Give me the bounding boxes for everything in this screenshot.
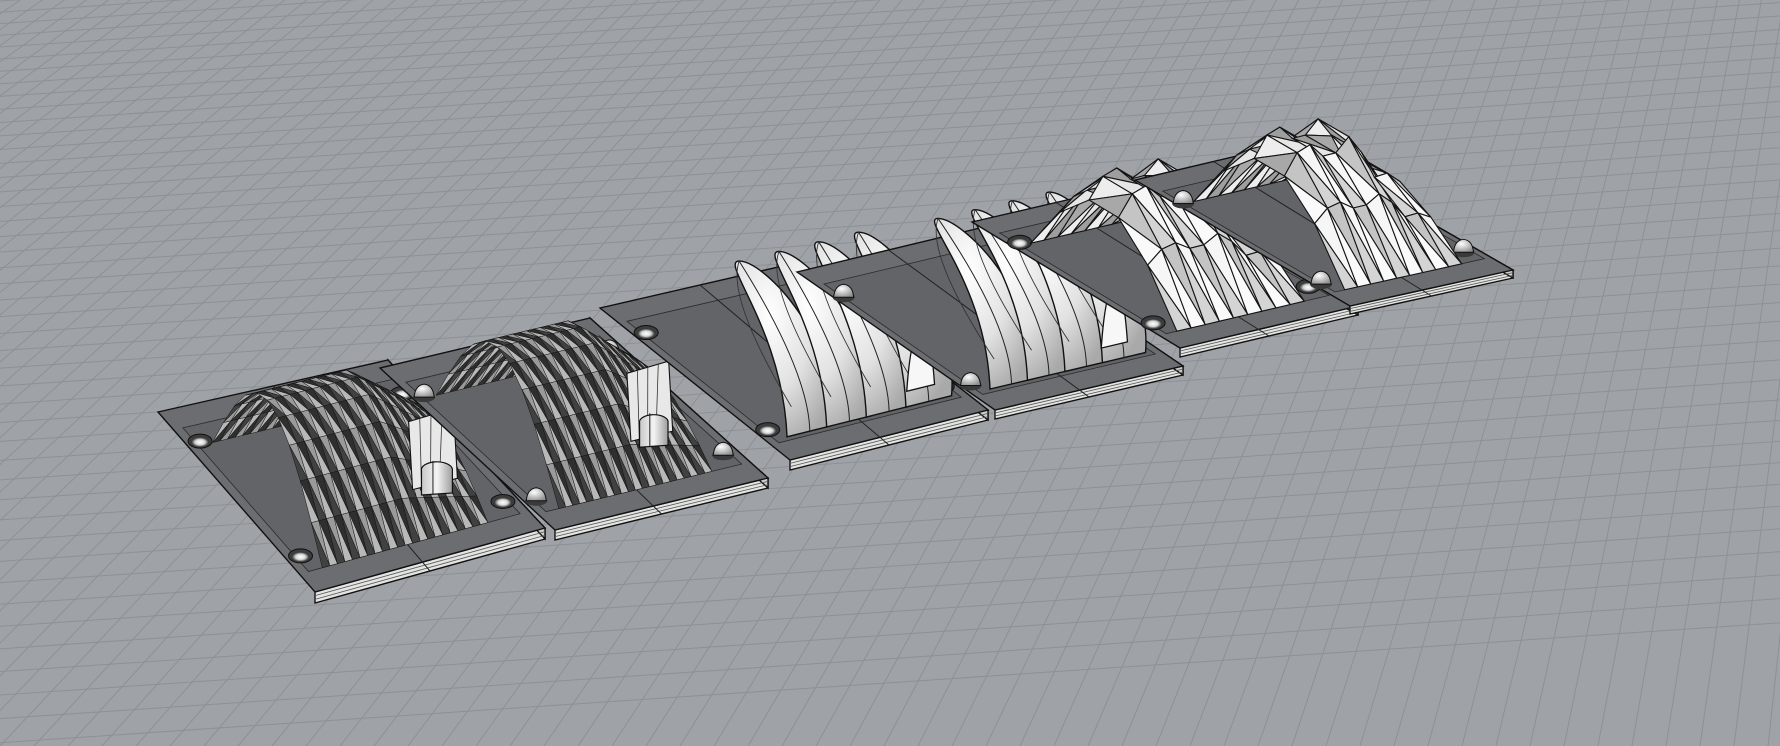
locating-hole	[638, 329, 655, 339]
locating-hole	[192, 437, 209, 447]
viewport-scene	[0, 0, 1780, 746]
locating-hole	[759, 426, 776, 436]
end-cylinder	[420, 461, 454, 496]
locating-hole	[1011, 238, 1028, 248]
locating-hole	[1145, 319, 1162, 329]
locating-hole	[494, 497, 511, 507]
3d-viewport[interactable]	[0, 0, 1780, 746]
locating-hole	[292, 552, 309, 562]
end-cylinder	[638, 414, 669, 448]
